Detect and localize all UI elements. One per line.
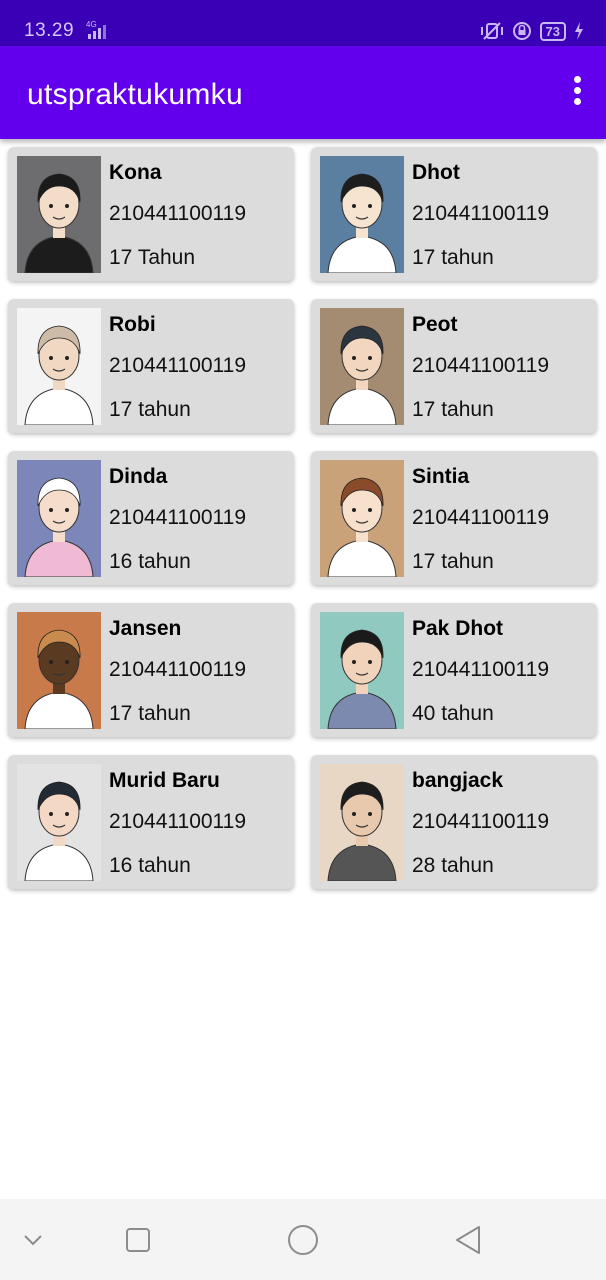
student-card[interactable]: Jansen 210441100119 17 tahun [8, 603, 294, 737]
student-avatar [17, 156, 101, 273]
student-age: 17 tahun [109, 702, 191, 725]
student-age: 40 tahun [412, 702, 494, 725]
student-nim: 210441100119 [109, 810, 247, 833]
student-age: 28 tahun [412, 854, 494, 877]
student-avatar [17, 612, 101, 729]
student-age: 16 tahun [109, 854, 191, 877]
avatar-illustration [17, 612, 101, 729]
student-avatar [320, 460, 404, 577]
svg-text:4G: 4G [86, 20, 97, 29]
status-time: 13.29 [24, 20, 75, 41]
student-age: 17 tahun [412, 550, 494, 573]
student-age: 17 tahun [109, 398, 191, 421]
student-nim: 210441100119 [412, 506, 550, 529]
student-card[interactable]: Pak Dhot 210441100119 40 tahun [311, 603, 597, 737]
student-name: Dhot [412, 161, 460, 184]
battery-indicator: 73 [539, 21, 566, 41]
app-bar: utspraktukumku [0, 46, 606, 139]
avatar-illustration [17, 308, 101, 425]
lock-circle-icon [512, 22, 531, 40]
avatar-illustration [17, 156, 101, 273]
student-avatar [320, 308, 404, 425]
student-name: Kona [109, 161, 162, 184]
student-name: Robi [109, 313, 156, 336]
avatar-illustration [17, 764, 101, 881]
vibrate-icon [480, 22, 503, 40]
student-nim: 210441100119 [109, 202, 247, 225]
student-nim: 210441100119 [412, 810, 550, 833]
student-card[interactable]: bangjack 210441100119 28 tahun [311, 755, 597, 889]
chevron-down-icon[interactable] [16, 1223, 50, 1257]
student-nim: 210441100119 [412, 202, 550, 225]
student-name: Pak Dhot [412, 617, 504, 640]
student-age: 17 tahun [412, 398, 494, 421]
student-avatar [320, 612, 404, 729]
status-bar: 13.29 4G 73 [0, 0, 606, 46]
student-avatar [17, 460, 101, 577]
avatar-illustration [320, 612, 404, 729]
student-card[interactable]: Kona 210441100119 17 Tahun [8, 147, 294, 281]
student-avatar [17, 308, 101, 425]
app-title: utspraktukumku [27, 78, 243, 111]
more-vert-icon[interactable] [570, 76, 584, 110]
student-card[interactable]: Peot 210441100119 17 tahun [311, 299, 597, 433]
avatar-illustration [320, 764, 404, 881]
student-nim: 210441100119 [412, 658, 550, 681]
avatar-illustration [320, 156, 404, 273]
student-nim: 210441100119 [412, 354, 550, 377]
student-age: 16 tahun [109, 550, 191, 573]
navigation-bar [0, 1199, 606, 1280]
student-card[interactable]: Dhot 210441100119 17 tahun [311, 147, 597, 281]
charging-bolt-icon [575, 22, 583, 40]
student-avatar [320, 156, 404, 273]
student-nim: 210441100119 [109, 506, 247, 529]
student-name: Dinda [109, 465, 168, 488]
student-avatar [320, 764, 404, 881]
signal-icon: 4G [86, 20, 106, 39]
avatar-illustration [320, 460, 404, 577]
home-circle-icon[interactable] [286, 1223, 320, 1257]
student-card[interactable]: Dinda 210441100119 16 tahun [8, 451, 294, 585]
student-name: Jansen [109, 617, 182, 640]
student-name: bangjack [412, 769, 504, 792]
student-age: 17 tahun [412, 246, 494, 269]
student-nim: 210441100119 [109, 354, 247, 377]
back-triangle-icon[interactable] [451, 1223, 485, 1257]
student-nim: 210441100119 [109, 658, 247, 681]
avatar-illustration [320, 308, 404, 425]
student-card[interactable]: Robi 210441100119 17 tahun [8, 299, 294, 433]
recents-square-icon[interactable] [121, 1223, 155, 1257]
student-age: 17 Tahun [109, 246, 196, 269]
student-name: Sintia [412, 465, 470, 488]
student-card[interactable]: Sintia 210441100119 17 tahun [311, 451, 597, 585]
student-name: Peot [412, 313, 458, 336]
student-avatar [17, 764, 101, 881]
status-right: 73 [480, 20, 584, 42]
student-name: Murid Baru [109, 769, 220, 792]
student-card[interactable]: Murid Baru 210441100119 16 tahun [8, 755, 294, 889]
avatar-illustration [17, 460, 101, 577]
